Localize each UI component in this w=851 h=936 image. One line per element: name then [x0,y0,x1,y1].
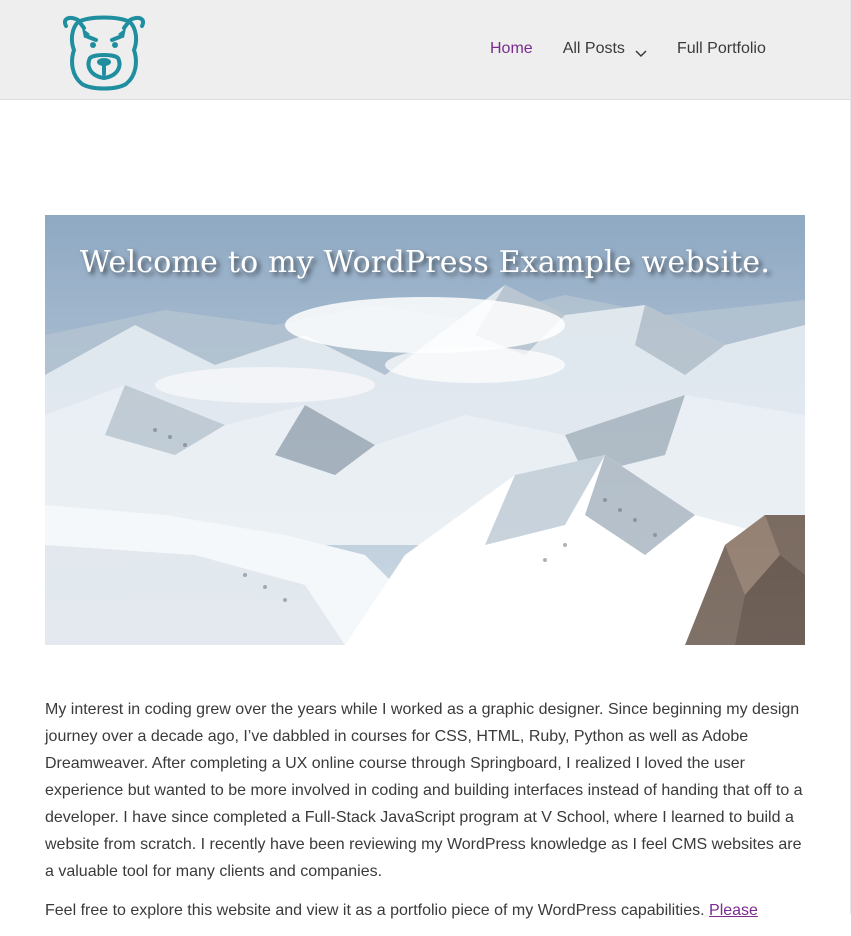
intro-paragraph: My interest in coding grew over the year… [45,701,803,880]
site-header: Home All Posts Full Portfolio [0,0,850,100]
page-content: My interest in coding grew over the year… [45,696,807,936]
please-link[interactable]: Please [709,902,758,919]
explore-paragraph: Feel free to explore this website and vi… [45,897,807,924]
hero-banner: Welcome to my WordPress Example website. [45,215,805,645]
chevron-down-icon[interactable] [635,45,647,58]
nav-home-link[interactable]: Home [490,40,533,58]
hero-title: Welcome to my WordPress Example website. [79,245,771,280]
nav-all-posts-link[interactable]: All Posts [563,40,647,58]
bulldog-logo-icon[interactable] [60,14,148,92]
nav-all-posts-label: All Posts [562,40,625,57]
explore-text: Feel free to explore this website and vi… [45,902,710,919]
nav-full-portfolio-link[interactable]: Full Portfolio [677,40,766,58]
main-nav: Home All Posts Full Portfolio [490,40,766,58]
